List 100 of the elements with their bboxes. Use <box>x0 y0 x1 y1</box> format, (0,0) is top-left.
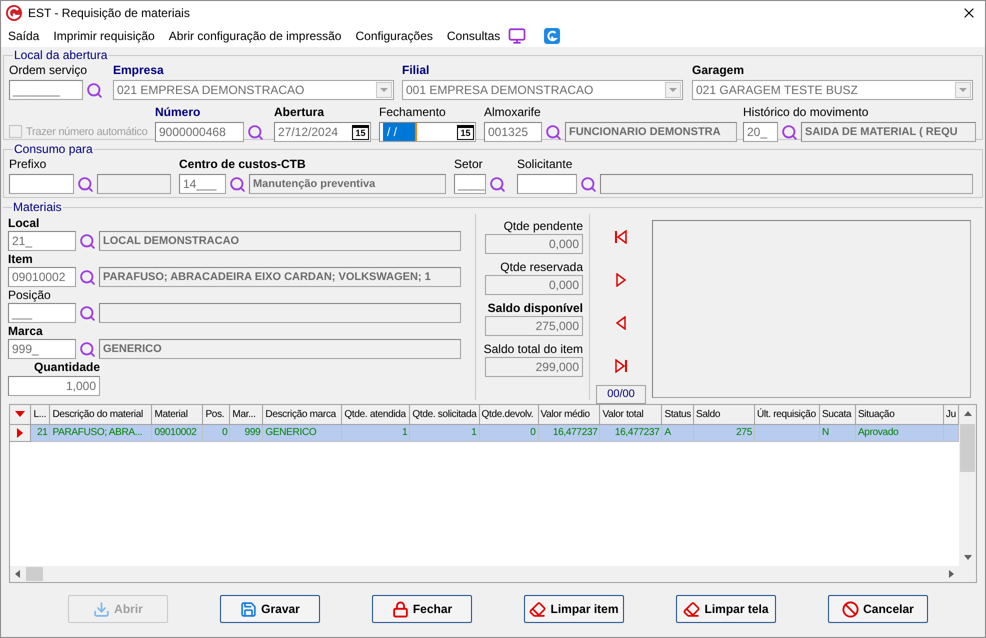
column-header[interactable]: Qtde. solicitada <box>410 405 480 424</box>
column-header[interactable]: Ju <box>943 405 958 424</box>
search-icon[interactable] <box>79 268 96 286</box>
description-field: SAIDA DE MATERIAL ( REQU <box>801 122 976 142</box>
date-field[interactable]: / / 15 <box>379 122 476 142</box>
search-icon[interactable] <box>79 340 96 358</box>
search-icon[interactable] <box>229 176 246 192</box>
scroll-left-icon[interactable] <box>15 570 20 578</box>
column-header[interactable]: Situação <box>855 405 944 424</box>
input-field[interactable]: 1,000 <box>8 376 100 396</box>
field-label: Prefixo <box>9 156 48 172</box>
action-button[interactable]: Limpar tela <box>676 595 776 623</box>
field-label: Empresa <box>113 62 165 78</box>
input-field[interactable]: 001325 <box>484 122 542 142</box>
search-icon[interactable] <box>79 232 96 250</box>
search-icon[interactable] <box>781 124 798 140</box>
section-title: Consumo para <box>13 142 94 156</box>
column-header[interactable]: Valor total <box>600 405 662 424</box>
input-field[interactable]: 21_ <box>8 231 76 251</box>
table-cell: Aprovado <box>858 427 898 438</box>
calendar-button[interactable]: 15 <box>457 124 474 140</box>
input-field[interactable] <box>517 174 577 194</box>
description-field: FUNCIONARIO DEMONSTRA <box>565 122 737 142</box>
section-title: Local da abertura <box>13 48 108 62</box>
column-header[interactable]: Descrição do material <box>50 405 152 424</box>
input-field[interactable] <box>9 174 74 194</box>
field-label: Setor <box>454 156 484 172</box>
save-icon <box>240 600 258 618</box>
column-header[interactable]: Mar... <box>230 405 263 424</box>
field-label: Marca <box>8 323 44 339</box>
search-icon[interactable] <box>580 176 597 192</box>
menu-item[interactable]: Saída <box>8 27 40 45</box>
table-cell: 09010002 <box>154 427 197 438</box>
readonly-field: 299,000 <box>485 357 583 377</box>
calendar-button[interactable]: 15 <box>352 124 369 140</box>
eraser-icon <box>683 600 700 618</box>
table-cell: 16,477237 <box>552 427 598 438</box>
current-row-icon <box>17 428 24 438</box>
scroll-up-icon[interactable] <box>964 411 972 416</box>
column-header[interactable]: Descrição marca <box>262 405 342 424</box>
horizontal-scrollbar[interactable] <box>10 566 976 582</box>
dropdown-field[interactable]: 021 EMPRESA DEMONSTRACAO <box>113 80 394 100</box>
field-label: Abertura <box>274 104 326 120</box>
action-button[interactable]: Fechar <box>372 595 472 623</box>
field-label: Item <box>8 251 34 267</box>
eraser-icon <box>529 600 546 618</box>
last-record-icon[interactable] <box>614 359 628 373</box>
column-header[interactable]: Sucata <box>819 405 856 424</box>
search-icon[interactable] <box>79 304 96 322</box>
menu-item[interactable]: Configurações <box>355 27 433 45</box>
monitor-icon[interactable] <box>508 27 526 45</box>
column-header[interactable]: Saldo <box>694 405 754 424</box>
input-field[interactable]: 09010002 <box>8 267 76 287</box>
dropdown-field[interactable]: 021 GARAGEM TESTE BUSZ <box>692 80 973 100</box>
menu-item[interactable]: Consultas <box>446 27 500 45</box>
menu-item[interactable]: Imprimir requisição <box>53 27 155 45</box>
action-button[interactable]: Cancelar <box>828 595 928 623</box>
first-record-icon[interactable] <box>614 230 628 244</box>
field-label: Número <box>155 104 202 120</box>
sort-down-icon[interactable] <box>15 411 26 418</box>
scrollbar-thumb[interactable] <box>960 424 975 472</box>
search-icon[interactable] <box>545 124 562 140</box>
column-header[interactable]: Qtde.devolv. <box>479 405 538 424</box>
description-field: Manutenção preventiva <box>249 174 446 194</box>
column-header[interactable]: Últ. requisição <box>754 405 820 424</box>
column-header[interactable]: Material <box>152 405 203 424</box>
field-label: Fechamento <box>379 104 447 120</box>
column-header[interactable]: Status <box>662 405 694 424</box>
search-icon[interactable] <box>489 176 506 192</box>
previous-record-icon[interactable] <box>614 316 628 330</box>
dropdown-field[interactable]: 001 EMPRESA DEMONSTRACAO <box>402 80 683 100</box>
scroll-down-icon[interactable] <box>964 555 972 560</box>
search-icon[interactable] <box>77 176 94 192</box>
column-header[interactable]: Pos. <box>202 405 230 424</box>
action-button[interactable]: Limpar item <box>524 595 624 623</box>
column-header[interactable]: Valor médio <box>538 405 600 424</box>
readonly-field: 0,000 <box>485 234 583 254</box>
menu-item[interactable]: Abrir configuração de impressão <box>168 27 342 45</box>
action-button[interactable]: Gravar <box>220 595 320 623</box>
input-field[interactable]: 14___ <box>179 174 226 194</box>
app-logo-icon <box>6 5 22 21</box>
app-logo-icon[interactable] <box>544 28 560 44</box>
window-title: EST - Requisição de materiais <box>28 5 190 22</box>
vertical-scrollbar[interactable] <box>959 405 976 566</box>
input-field[interactable]: ___ <box>8 303 76 323</box>
input-field[interactable]: 20_ <box>743 122 778 142</box>
input-field[interactable]: 999_ <box>8 339 76 359</box>
field-label: Local <box>8 215 40 231</box>
input-field[interactable]: ____ <box>454 174 486 194</box>
input-field[interactable]: _______ <box>9 80 83 100</box>
date-field[interactable]: 27/12/2024 15 <box>274 122 371 142</box>
input-field[interactable]: 9000000468 <box>155 122 244 142</box>
download-icon <box>93 600 110 618</box>
scrollbar-thumb[interactable] <box>26 567 43 581</box>
scroll-right-icon[interactable] <box>949 570 954 578</box>
search-icon[interactable] <box>247 124 264 140</box>
search-icon[interactable] <box>86 82 103 98</box>
column-header[interactable]: L... <box>30 405 50 424</box>
column-header[interactable]: Qtde. atendida <box>342 405 410 424</box>
next-record-icon[interactable] <box>614 273 628 287</box>
